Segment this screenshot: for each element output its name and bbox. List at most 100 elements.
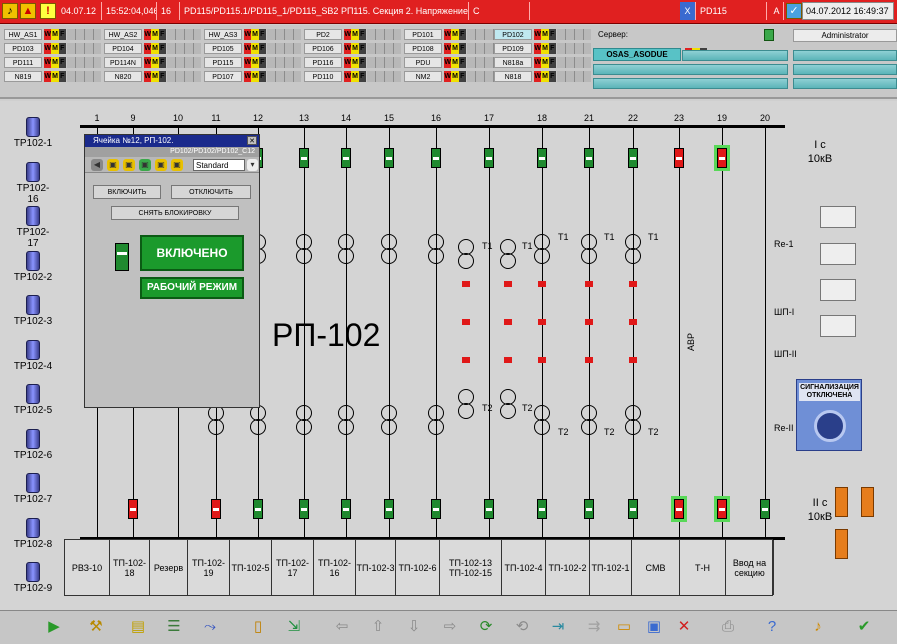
wmf-indicator[interactable]: WMF xyxy=(144,57,166,68)
arrow-left-icon[interactable]: ◀ xyxy=(91,159,103,171)
document-icon[interactable]: ▤ xyxy=(126,615,150,639)
wmf-indicator[interactable]: WMF xyxy=(344,43,366,54)
disconnector-box[interactable] xyxy=(629,357,637,363)
switch-off-button[interactable]: ОТКЛЮЧИТЬ xyxy=(171,185,251,199)
disconnector-box[interactable] xyxy=(462,319,470,325)
server-button[interactable]: OSAS_ASODUE xyxy=(593,48,681,61)
wmf-indicator[interactable]: WMF xyxy=(244,57,266,68)
save-icon[interactable]: ▣ xyxy=(642,615,666,639)
breaker-bottom-133[interactable] xyxy=(128,499,138,519)
meter-box-3[interactable] xyxy=(820,279,856,301)
feeder-cell[interactable]: ТП-102-17 xyxy=(272,540,314,595)
window-icon[interactable]: ▭ xyxy=(612,615,636,639)
device-pdu[interactable]: PDU xyxy=(404,57,442,68)
device-hw_as2[interactable]: HW_AS2 xyxy=(104,29,142,40)
wmf-indicator[interactable]: WMF xyxy=(534,29,556,40)
wmf-indicator[interactable]: WMF xyxy=(44,71,66,82)
device-pd101[interactable]: PD101 xyxy=(404,29,442,40)
transformer-ТР102-6[interactable]: ТР102-6 xyxy=(12,428,54,461)
disconnector-box[interactable] xyxy=(462,281,470,287)
wmf-indicator[interactable]: WMF xyxy=(444,43,466,54)
wmf-indicator[interactable]: WMF xyxy=(534,43,556,54)
breaker-bottom-216[interactable] xyxy=(211,499,221,519)
breaker-top-542[interactable] xyxy=(537,148,547,168)
disconnector-box[interactable] xyxy=(538,319,546,325)
breaker-bottom-389[interactable] xyxy=(384,499,394,519)
disconnector-box[interactable] xyxy=(538,281,546,287)
wmf-indicator[interactable]: WMF xyxy=(44,29,66,40)
chart-icon[interactable]: ⤳ xyxy=(198,615,222,639)
help-icon[interactable]: ? xyxy=(760,615,784,639)
wmf-indicator[interactable]: WMF xyxy=(444,71,466,82)
unlock-button[interactable]: СНЯТЬ БЛОКИРОВКУ xyxy=(111,206,239,220)
export-icon[interactable]: ⇲ xyxy=(282,615,306,639)
alarm-ack-x[interactable]: X xyxy=(680,2,696,20)
disconnector-box[interactable] xyxy=(504,357,512,363)
door-icon-3[interactable] xyxy=(835,529,848,559)
wmf-indicator[interactable]: WMF xyxy=(144,43,166,54)
breaker-top-346[interactable] xyxy=(341,148,351,168)
wmf-indicator[interactable]: WMF xyxy=(244,43,266,54)
feeder-cell[interactable]: ТП-102-6 xyxy=(396,540,440,595)
device-pd2[interactable]: PD2 xyxy=(304,29,342,40)
print-icon[interactable]: ⎙ xyxy=(716,615,740,639)
alarm-status-panel[interactable]: СИГНАЛИЗАЦИЯ ОТКЛЮЧЕНА xyxy=(796,379,862,451)
feeder-cell[interactable]: Резерв xyxy=(150,540,188,595)
device-pd106[interactable]: PD106 xyxy=(304,43,342,54)
mute-icon[interactable]: ♪ xyxy=(806,615,830,639)
device-pd111[interactable]: PD111 xyxy=(4,57,42,68)
device-nm2[interactable]: NM2 xyxy=(404,71,442,82)
meter-box-4[interactable] xyxy=(820,315,856,337)
alarm-message[interactable]: PD115/PD115.1/PD115_1/PD115_SB2 РП115. С… xyxy=(181,2,469,20)
wmf-indicator[interactable]: WMF xyxy=(344,71,366,82)
door-icon-2[interactable] xyxy=(861,487,874,517)
tool-icon-1[interactable]: ▣ xyxy=(107,159,119,171)
refresh-icon[interactable]: ⟳ xyxy=(474,615,498,639)
breaker-top-304[interactable] xyxy=(299,148,309,168)
disconnector-box[interactable] xyxy=(629,319,637,325)
feeder-cell[interactable]: ТП-102-1 xyxy=(590,540,632,595)
arrow-right-icon[interactable]: ⇨ xyxy=(438,615,462,639)
arrow-up-icon[interactable]: ⇧ xyxy=(366,615,390,639)
lock-icon[interactable]: ▣ xyxy=(171,159,183,171)
transformer-ТР102-16[interactable]: ТР102-16 xyxy=(12,161,54,205)
breaker-top-489[interactable] xyxy=(484,148,494,168)
arrow-down-icon[interactable]: ⇩ xyxy=(402,615,426,639)
forward-icon[interactable]: ⇉ xyxy=(582,615,606,639)
breaker-top-436[interactable] xyxy=(431,148,441,168)
wmf-indicator[interactable]: WMF xyxy=(244,71,266,82)
device-pd104[interactable]: PD104 xyxy=(104,43,142,54)
disconnector-box[interactable] xyxy=(585,357,593,363)
transformer-ТР102-8[interactable]: ТР102-8 xyxy=(12,517,54,550)
transformer-ТР102-3[interactable]: ТР102-3 xyxy=(12,295,54,327)
mode-select[interactable]: Standard xyxy=(193,159,245,171)
transformer-ТР102-1[interactable]: ТР102-1 xyxy=(12,117,54,149)
device-pd109[interactable]: PD109 xyxy=(494,43,532,54)
wmf-indicator[interactable]: WMF xyxy=(144,71,166,82)
tools-icon[interactable]: ⚒ xyxy=(84,615,108,639)
device-pd107[interactable]: PD107 xyxy=(204,71,242,82)
wmf-indicator[interactable]: WMF xyxy=(344,57,366,68)
door-icon-1[interactable] xyxy=(835,487,848,517)
feeder-cell[interactable]: СМВ xyxy=(632,540,680,595)
feeder-cell[interactable]: ТП-102-4 xyxy=(502,540,546,595)
transformer-ТР102-5[interactable]: ТР102-5 xyxy=(12,384,54,416)
transformer-ТР102-9[interactable]: ТР102-9 xyxy=(12,562,54,594)
feeder-cell[interactable]: Ввод на секцию xyxy=(726,540,774,595)
breaker-bottom-679[interactable] xyxy=(671,496,687,522)
cell-control-dialog[interactable]: Ячейка №12, РП-102. ✕ PD102/PD102/PD102_… xyxy=(84,134,260,408)
transformer-ТР102-7[interactable]: ТР102-7 xyxy=(12,473,54,505)
device-pd116[interactable]: PD116 xyxy=(304,57,342,68)
disconnector-box[interactable] xyxy=(504,281,512,287)
warning-icon[interactable]: ▲ xyxy=(20,3,36,19)
transformer-ТР102-4[interactable]: ТР102-4 xyxy=(12,339,54,372)
breaker-bottom-436[interactable] xyxy=(431,499,441,519)
wmf-indicator[interactable]: WMF xyxy=(44,57,66,68)
device-pd103[interactable]: PD103 xyxy=(4,43,42,54)
wmf-indicator[interactable]: WMF xyxy=(444,29,466,40)
breaker-bottom-722[interactable] xyxy=(714,496,730,522)
list-icon[interactable]: ☰ xyxy=(162,615,186,639)
feeder-cell[interactable]: ТП-102-16 xyxy=(314,540,356,595)
breaker-top-633[interactable] xyxy=(628,148,638,168)
import-icon[interactable]: ⇥ xyxy=(546,615,570,639)
